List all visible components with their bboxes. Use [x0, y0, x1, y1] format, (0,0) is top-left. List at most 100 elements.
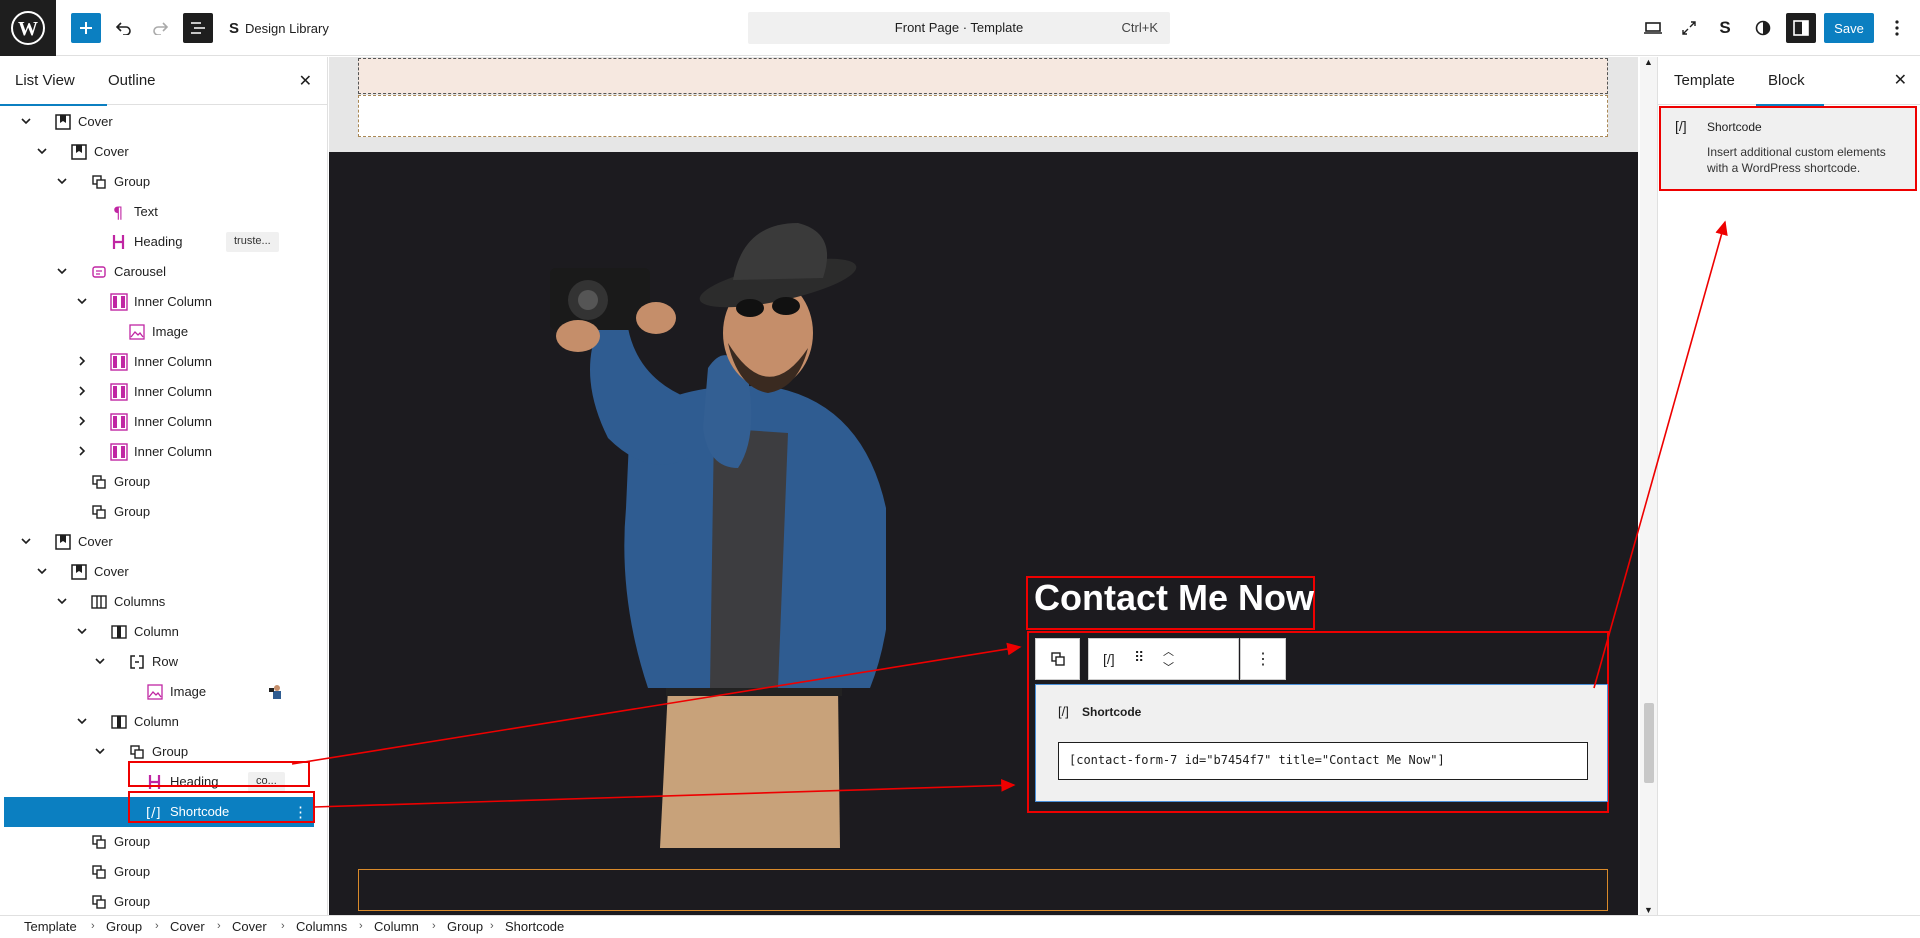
- chevron-right-icon[interactable]: [76, 385, 88, 397]
- canvas-scrollbar[interactable]: ▲ ▼: [1640, 57, 1657, 915]
- chevron-down-icon[interactable]: [20, 115, 32, 127]
- header-block[interactable]: [358, 58, 1608, 94]
- chevron-right-icon[interactable]: [76, 355, 88, 367]
- distraction-free-button[interactable]: [1674, 13, 1704, 43]
- breadcrumb-item[interactable]: Cover: [232, 919, 267, 934]
- list-item-label: Inner Column: [134, 354, 213, 369]
- chevron-down-icon[interactable]: [56, 595, 68, 607]
- list-item[interactable]: Group: [4, 497, 314, 527]
- close-icon[interactable]: ✕: [299, 71, 312, 91]
- list-item-label: Cover: [94, 564, 129, 579]
- list-item[interactable]: Inner Column: [4, 287, 314, 317]
- chevron-down-icon[interactable]: [56, 265, 68, 277]
- breadcrumb-item[interactable]: Group: [447, 919, 483, 934]
- drag-handle-icon[interactable]: ⠿: [1134, 649, 1144, 666]
- redo-button[interactable]: [145, 13, 175, 43]
- breadcrumb-item[interactable]: Template: [24, 919, 77, 934]
- breadcrumb-item[interactable]: Cover: [170, 919, 205, 934]
- chevron-down-icon[interactable]: [94, 655, 106, 667]
- header-inner-block[interactable]: [358, 95, 1608, 137]
- contact-heading[interactable]: Contact Me Now: [1034, 577, 1314, 619]
- shortcode-block[interactable]: [/] Shortcode [contact-form-7 id="b7454f…: [1035, 684, 1608, 802]
- scroll-thumb[interactable]: [1644, 703, 1654, 783]
- chevron-right-icon[interactable]: [76, 415, 88, 427]
- chevron-down-icon[interactable]: [36, 565, 48, 577]
- sidebar-icon: [1793, 20, 1809, 36]
- list-item[interactable]: Column: [4, 707, 314, 737]
- list-item-badge: co...: [248, 772, 285, 792]
- list-item[interactable]: Columns: [4, 587, 314, 617]
- list-item[interactable]: Group: [4, 737, 314, 767]
- chevron-right-icon[interactable]: [76, 445, 88, 457]
- list-item[interactable]: Column: [4, 617, 314, 647]
- list-item[interactable]: Group: [4, 887, 314, 915]
- image-icon: [146, 683, 164, 701]
- tab-outline[interactable]: Outline: [108, 57, 156, 105]
- list-item[interactable]: Group: [4, 467, 314, 497]
- scroll-down-icon[interactable]: ▼: [1644, 905, 1653, 915]
- shortcode-icon[interactable]: [/]: [1103, 651, 1115, 667]
- breadcrumb-item[interactable]: Group: [106, 919, 142, 934]
- list-item[interactable]: Row: [4, 647, 314, 677]
- breadcrumb-item[interactable]: Shortcode: [505, 919, 564, 934]
- list-item[interactable]: Inner Column: [4, 347, 314, 377]
- more-vertical-icon[interactable]: ⋮: [293, 803, 308, 821]
- fullscreen-icon: [1682, 21, 1696, 35]
- options-button[interactable]: [1882, 13, 1912, 43]
- list-item[interactable]: Image: [4, 677, 314, 707]
- list-item[interactable]: ¶ Text: [4, 197, 314, 227]
- styles-button[interactable]: [1748, 13, 1778, 43]
- list-item[interactable]: Inner Column: [4, 437, 314, 467]
- breadcrumb-item[interactable]: Columns: [296, 919, 347, 934]
- image-icon: [128, 323, 146, 341]
- chevron-right-icon: ›: [155, 920, 159, 932]
- tab-list-view[interactable]: List View: [0, 57, 107, 106]
- chevron-down-icon[interactable]: [36, 145, 48, 157]
- tab-block[interactable]: Block: [1756, 57, 1824, 106]
- list-item[interactable]: Cover: [4, 107, 314, 137]
- list-item-label: Group: [114, 174, 151, 189]
- footer-block[interactable]: [358, 869, 1608, 911]
- breadcrumb-item[interactable]: Column: [374, 919, 419, 934]
- close-icon[interactable]: ✕: [1894, 70, 1907, 90]
- list-item[interactable]: [/] Shortcode ⋮: [4, 797, 314, 827]
- list-item-label: Shortcode: [170, 804, 230, 819]
- chevron-down-icon[interactable]: [76, 295, 88, 307]
- list-item[interactable]: Cover: [4, 557, 314, 587]
- list-item[interactable]: Inner Column: [4, 407, 314, 437]
- move-up-icon[interactable]: ︿: [1163, 643, 1174, 659]
- list-item[interactable]: Group: [4, 857, 314, 887]
- view-button[interactable]: [1638, 13, 1668, 43]
- list-item[interactable]: Inner Column: [4, 377, 314, 407]
- list-item[interactable]: Group: [4, 827, 314, 857]
- parent-block-button[interactable]: [1035, 638, 1080, 680]
- chevron-down-icon[interactable]: [76, 625, 88, 637]
- list-item[interactable]: Carousel: [4, 257, 314, 287]
- list-item[interactable]: Group: [4, 167, 314, 197]
- chevron-down-icon[interactable]: [94, 745, 106, 757]
- save-button[interactable]: Save: [1824, 13, 1874, 43]
- editor-canvas[interactable]: Contact Me Now [/] ⠿ ︿ ﹀ ⋮ [/] Shortcode…: [329, 57, 1638, 915]
- settings-button[interactable]: [1786, 13, 1816, 43]
- list-item[interactable]: Heading truste...: [4, 227, 314, 257]
- list-item[interactable]: Image: [4, 317, 314, 347]
- spectra-button[interactable]: S: [1710, 13, 1740, 43]
- list-item[interactable]: Cover: [4, 527, 314, 557]
- tab-template[interactable]: Template: [1674, 57, 1735, 105]
- add-block-button[interactable]: [71, 13, 101, 43]
- photographer-image[interactable]: [538, 218, 886, 848]
- document-overview-button[interactable]: [183, 13, 213, 43]
- scroll-up-icon[interactable]: ▲: [1644, 57, 1653, 67]
- move-down-icon[interactable]: ﹀: [1163, 659, 1174, 675]
- chevron-down-icon[interactable]: [56, 175, 68, 187]
- list-item[interactable]: Cover: [4, 137, 314, 167]
- undo-button[interactable]: [109, 13, 139, 43]
- block-options-button[interactable]: ⋮: [1240, 638, 1286, 680]
- design-library-button[interactable]: S Design Library: [229, 13, 349, 43]
- wordpress-logo-icon[interactable]: W: [0, 0, 56, 56]
- list-item[interactable]: Heading co...: [4, 767, 314, 797]
- chevron-down-icon[interactable]: [76, 715, 88, 727]
- document-title-bar[interactable]: Front Page · Template Ctrl+K: [748, 12, 1170, 44]
- shortcode-input[interactable]: [contact-form-7 id="b7454f7" title="Cont…: [1058, 742, 1588, 780]
- chevron-down-icon[interactable]: [20, 535, 32, 547]
